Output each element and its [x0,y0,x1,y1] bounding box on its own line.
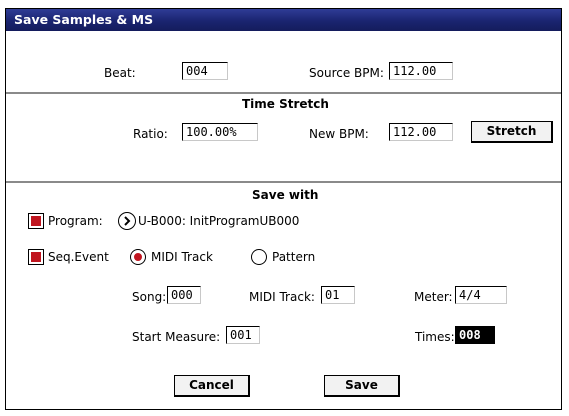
beat-label: Beat: [104,66,136,80]
check-mark-icon [31,252,41,262]
ratio-label: Ratio: [133,127,168,141]
chevron-right-icon [124,216,131,226]
check-mark-icon [31,216,41,226]
divider-1 [6,92,561,95]
midi-track-label: MIDI Track: [249,290,315,304]
meter-field[interactable]: 4/4 [455,286,507,304]
new-bpm-label: New BPM: [309,127,369,141]
seq-event-label: Seq.Event [48,250,109,264]
cancel-button[interactable]: Cancel [174,375,250,397]
song-label: Song: [132,290,167,304]
midi-track-radio[interactable] [130,249,146,265]
time-stretch-heading: Time Stretch [242,97,329,111]
start-measure-label: Start Measure: [132,330,221,344]
program-value: U-B000: InitProgramUB000 [138,214,300,228]
beat-field[interactable]: 004 [182,62,228,80]
source-bpm-field[interactable]: 112.00 [389,62,453,80]
times-field[interactable]: 008 [455,326,495,344]
meter-label: Meter: [414,290,453,304]
dialog-title: Save Samples & MS [6,9,561,31]
times-label: Times: [415,330,455,344]
stretch-button[interactable]: Stretch [471,121,553,143]
source-bpm-label: Source BPM: [309,66,384,80]
song-field[interactable]: 000 [167,286,201,304]
midi-track-option-label: MIDI Track [151,250,213,264]
program-popup-button[interactable] [118,212,136,230]
divider-2 [6,181,561,184]
start-measure-field[interactable]: 001 [226,326,260,344]
save-samples-ms-dialog: Save Samples & MS Beat: 004 Source BPM: … [5,8,562,410]
pattern-radio[interactable] [251,249,267,265]
program-label: Program: [48,214,103,228]
program-checkbox[interactable] [28,213,44,229]
save-with-heading: Save with [252,188,319,202]
midi-track-field[interactable]: 01 [321,286,355,304]
ratio-field[interactable]: 100.00% [182,123,258,141]
radio-selected-icon [134,253,142,261]
seq-event-checkbox[interactable] [28,249,44,265]
new-bpm-field[interactable]: 112.00 [389,123,453,141]
save-button[interactable]: Save [324,375,400,397]
pattern-option-label: Pattern [272,250,316,264]
